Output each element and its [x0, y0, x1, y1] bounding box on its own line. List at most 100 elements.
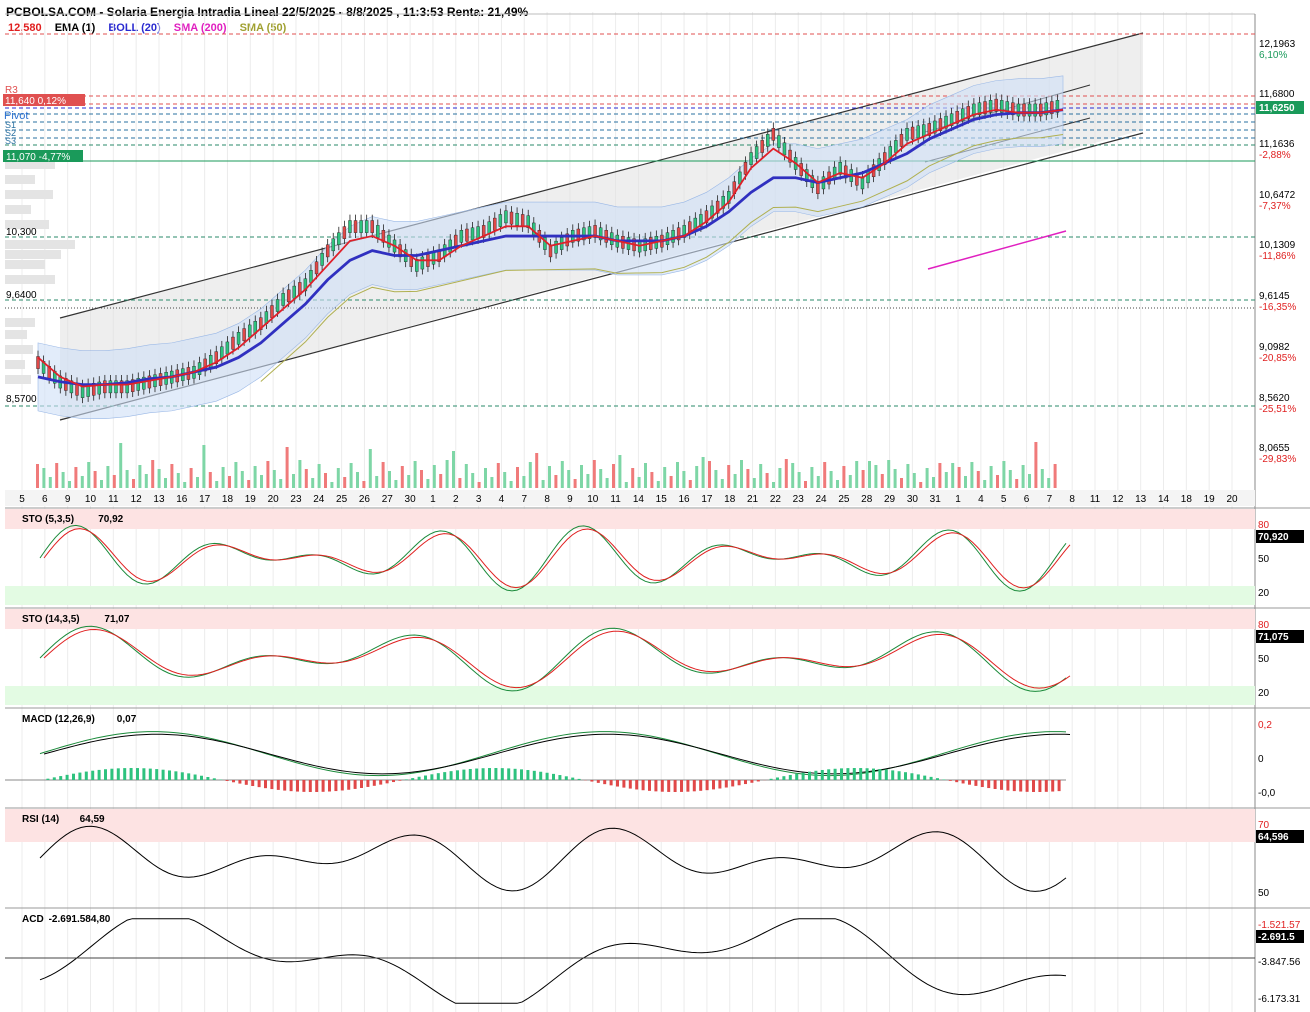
panel-value: 71,07	[104, 614, 129, 625]
macd-histogram-bar	[936, 778, 939, 780]
candle-body	[749, 152, 753, 165]
volume-bar	[714, 470, 718, 488]
volume-bar	[906, 464, 910, 488]
macd-histogram-bar	[635, 780, 639, 790]
macd-histogram-bar	[372, 780, 376, 786]
volume-bar	[144, 474, 148, 488]
volume-bar	[240, 471, 244, 488]
panel-axis-label: -6.173.31	[1258, 994, 1301, 1005]
volume-bar	[279, 479, 283, 488]
volume-bar	[509, 481, 513, 488]
macd-histogram-bar	[782, 776, 786, 780]
candle-body	[782, 142, 787, 156]
volume-bar	[368, 449, 372, 488]
macd-histogram-bar	[961, 780, 965, 784]
macd-histogram-bar	[456, 770, 459, 780]
volume-bar	[266, 461, 270, 488]
oversold-zone	[5, 586, 1255, 605]
macd-histogram-bar	[481, 768, 485, 780]
macd-histogram-bar	[462, 769, 466, 780]
volume-bar	[976, 471, 980, 488]
macd-histogram-bar	[244, 780, 248, 785]
candle-body	[554, 240, 558, 254]
macd-histogram-bar	[910, 773, 914, 780]
volume-bar	[247, 480, 251, 488]
current-price-label: 11,6250	[1259, 103, 1295, 114]
volume-bar	[464, 464, 468, 488]
volume-bar	[336, 468, 340, 488]
macd-histogram-bar	[654, 780, 658, 792]
macd-histogram-bar	[366, 780, 370, 787]
volume-bar	[855, 461, 859, 488]
macd-histogram-bar	[129, 768, 133, 780]
macd-histogram-bar	[417, 776, 421, 780]
volume-bar	[932, 477, 935, 488]
volume-profile-bar	[5, 360, 25, 369]
volume-profile-bar	[5, 205, 31, 214]
candle-body	[348, 220, 352, 233]
macd-histogram-bar	[974, 780, 978, 786]
pivot-box-label: 11,640 0,12%	[5, 96, 66, 107]
x-axis-label: 7	[521, 494, 527, 505]
candle-body	[420, 256, 425, 270]
volume-bar	[548, 466, 551, 488]
price-axis-label: 9,0982	[1259, 342, 1290, 353]
x-axis-label: 25	[838, 494, 850, 505]
s-level-label: S3	[5, 136, 16, 146]
macd-histogram-bar	[846, 768, 850, 780]
panel-value-box-label: -2.691.5	[1258, 932, 1295, 943]
price-axis-pct: -16,35%	[1259, 302, 1296, 313]
x-axis-label: 27	[382, 494, 394, 505]
macd-histogram-bar	[168, 770, 171, 780]
macd-histogram-bar	[827, 769, 831, 780]
volume-bar	[349, 463, 353, 488]
volume-bar	[631, 468, 635, 488]
panel-axis-label: 50	[1258, 888, 1270, 899]
volume-bar	[400, 466, 404, 488]
volume-bar	[669, 476, 673, 488]
volume-bar	[656, 481, 660, 488]
panel-axis-label: 50	[1258, 554, 1270, 565]
macd-histogram-bar	[660, 780, 664, 792]
macd-histogram-bar	[590, 780, 594, 782]
macd-histogram-bar	[104, 769, 107, 780]
volume-bar	[541, 480, 545, 488]
macd-histogram-bar	[494, 768, 498, 780]
macd-histogram-bar	[488, 768, 491, 780]
x-axis-label: 12	[131, 494, 143, 505]
volume-bar	[477, 482, 481, 488]
candle-body	[493, 217, 497, 231]
macd-histogram-bar	[424, 775, 427, 780]
macd-histogram-bar	[84, 771, 88, 780]
macd-histogram-bar	[97, 769, 101, 780]
macd-histogram-bar	[808, 771, 811, 780]
volume-bar	[695, 466, 699, 488]
macd-histogram-bar	[955, 780, 959, 783]
price-axis-label: 11,1636	[1259, 139, 1295, 150]
macd-histogram-bar	[340, 780, 344, 791]
volume-bar	[823, 462, 827, 488]
macd-histogram-bar	[212, 778, 216, 780]
macd-histogram-bar	[1044, 780, 1048, 792]
price-axis-label: 11,6800	[1259, 89, 1295, 100]
volume-bar	[362, 481, 366, 488]
volume-bar	[650, 472, 654, 488]
panel-value: 70,92	[98, 514, 123, 525]
volume-bar	[765, 473, 769, 488]
x-axis-label: 3	[476, 494, 482, 505]
volume-bar	[170, 464, 174, 488]
macd-histogram-bar	[814, 770, 818, 780]
candle-body	[905, 128, 909, 141]
macd-histogram-bar	[404, 779, 408, 780]
volume-bar	[752, 478, 756, 488]
macd-histogram-bar	[673, 780, 677, 792]
macd-histogram-bar	[545, 772, 549, 780]
x-axis-label: 4	[978, 494, 984, 505]
chart-svg[interactable]: 12,19636,10%11,680011,1636-2,88%10,6472-…	[0, 0, 1310, 1012]
volume-bar	[804, 481, 807, 488]
level-a-label: 10,300	[6, 227, 37, 238]
volume-bar	[80, 476, 84, 488]
candle-body	[387, 234, 391, 248]
panel-title: RSI (14)	[22, 814, 59, 825]
candle-body	[337, 232, 341, 246]
